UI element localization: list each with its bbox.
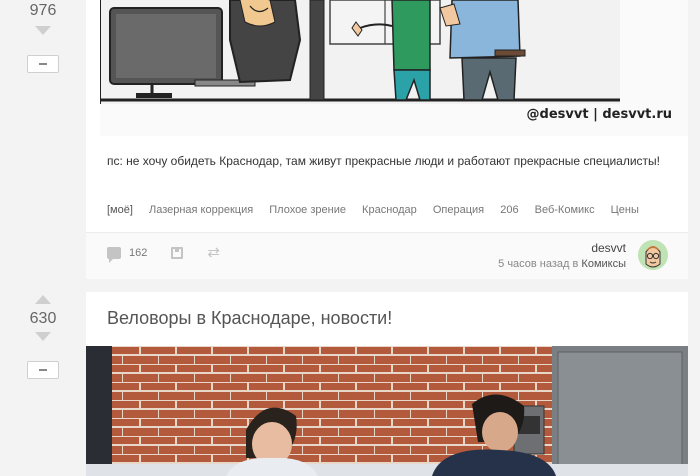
tag-item[interactable]: 206	[500, 204, 518, 216]
post-title[interactable]: Веловоры в Краснодаре, новости!	[107, 308, 392, 329]
tag-item[interactable]: Плохое зрение	[269, 204, 346, 216]
tag-item[interactable]: Веб-Комикс	[535, 204, 595, 216]
post-footer: 162 ⇄ desvvt 5 часов назад в Комиксы	[86, 232, 688, 279]
arrow-up-icon[interactable]	[35, 295, 51, 304]
post-1-rating-rail: 976	[0, 0, 86, 73]
comic-signature: @desvvt | desvvt.ru	[526, 107, 672, 122]
post-actions: 162 ⇄	[107, 245, 220, 263]
arrow-down-icon[interactable]	[35, 26, 51, 35]
post-photo	[86, 346, 688, 476]
post-card: @desvvt | desvvt.ru пс: не хочу обидеть …	[86, 0, 688, 279]
save-icon[interactable]	[171, 247, 184, 259]
rating-score: 976	[29, 2, 57, 19]
share-icon[interactable]: ⇄	[207, 245, 220, 260]
arrow-down-icon[interactable]	[35, 332, 51, 341]
tag-item[interactable]: Краснодар	[362, 204, 417, 216]
comic-image: @desvvt | desvvt.ru	[100, 0, 688, 136]
post-text: пс: не хочу обидеть Краснодар, там живут…	[107, 154, 660, 168]
comments-count[interactable]: 162	[129, 247, 147, 259]
post-2-rating-rail: 630	[0, 290, 86, 379]
rating-score: 630	[29, 310, 57, 327]
tag-list: [моё] Лазерная коррекция Плохое зрение К…	[107, 204, 652, 216]
tag-item[interactable]: [моё]	[107, 204, 133, 216]
community-link[interactable]: Комиксы	[581, 258, 626, 270]
tag-item[interactable]: Лазерная коррекция	[149, 204, 253, 216]
tag-item[interactable]: Цены	[611, 204, 639, 216]
author-block: desvvt 5 часов назад в Комиксы	[498, 241, 626, 270]
collapse-button[interactable]	[27, 361, 59, 379]
post-card: Веловоры в Краснодаре, новости!	[86, 292, 688, 476]
post-time: 5 часов назад	[498, 258, 570, 270]
comment-icon[interactable]	[107, 247, 121, 263]
author-name[interactable]: desvvt	[498, 241, 626, 255]
avatar[interactable]	[638, 240, 668, 270]
tag-item[interactable]: Операция	[433, 204, 484, 216]
collapse-button[interactable]	[27, 55, 59, 73]
community-prefix: в	[572, 258, 579, 270]
